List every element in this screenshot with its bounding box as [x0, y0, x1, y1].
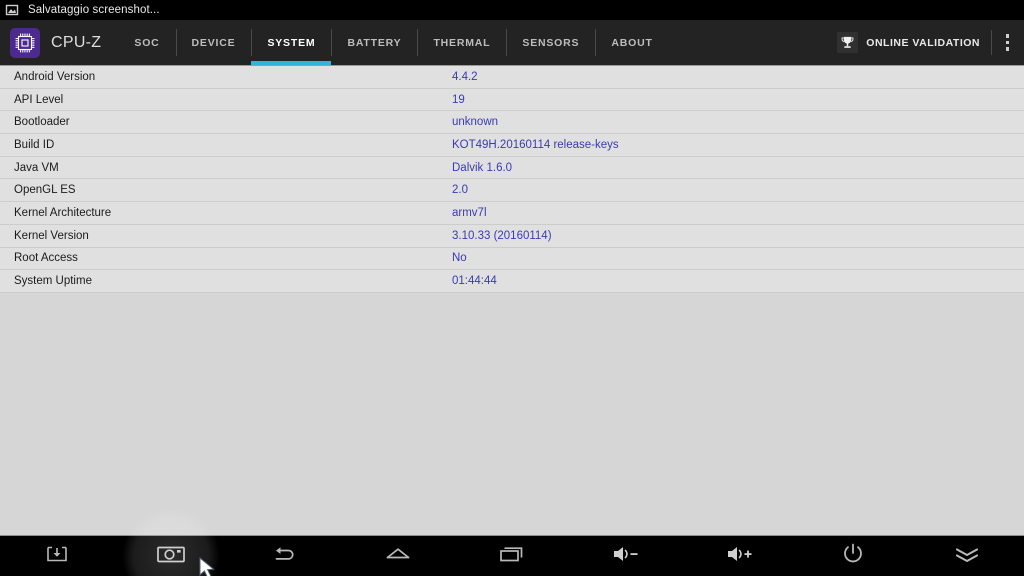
tab-label: DEVICE: [191, 36, 236, 49]
tab-battery[interactable]: BATTERY: [331, 20, 417, 65]
recents-icon: [497, 543, 527, 570]
row-value: KOT49H.20160114 release-keys: [452, 138, 619, 151]
save-to-tray-button[interactable]: [0, 536, 114, 576]
online-validation-label: ONLINE VALIDATION: [866, 36, 980, 49]
row-label: System Uptime: [14, 275, 92, 288]
table-row[interactable]: Kernel Architecture armv7l: [0, 202, 1024, 225]
app-action-bar: CPU-Z SOC DEVICE SYSTEM BATTERY THERMAL …: [0, 20, 1024, 65]
row-value: armv7l: [452, 206, 487, 219]
tab-thermal[interactable]: THERMAL: [417, 20, 506, 65]
row-label: API Level: [14, 93, 64, 106]
cpu-chip-icon: [10, 27, 40, 58]
row-value: 19: [452, 93, 465, 106]
row-label: Kernel Architecture: [14, 206, 112, 219]
tab-about[interactable]: ABOUT: [595, 20, 668, 65]
row-value: 01:44:44: [452, 275, 497, 288]
tab-label: SYSTEM: [267, 36, 316, 49]
recents-button[interactable]: [455, 536, 569, 576]
row-label: Java VM: [14, 161, 59, 174]
image-icon: [5, 3, 19, 17]
table-row[interactable]: System Uptime 01:44:44: [0, 270, 1024, 293]
hide-navbar-button[interactable]: [910, 536, 1024, 576]
row-value: Dalvik 1.6.0: [452, 161, 513, 174]
app-title: CPU-Z: [51, 33, 102, 51]
tab-label: ABOUT: [611, 36, 653, 49]
table-row[interactable]: Build ID KOT49H.20160114 release-keys: [0, 134, 1024, 157]
android-screen: Salvataggio screenshot... CPU-Z SOC DEVI…: [0, 0, 1024, 576]
row-value: 2.0: [452, 184, 468, 197]
volume-down-button[interactable]: [569, 536, 683, 576]
table-row[interactable]: Android Version 4.4.2: [0, 66, 1024, 89]
download-tray-icon: [44, 543, 70, 570]
row-label: Build ID: [14, 138, 55, 151]
status-bar-text: Salvataggio screenshot...: [28, 4, 160, 16]
row-label: Android Version: [14, 70, 96, 83]
app-brand: CPU-Z: [0, 27, 102, 58]
back-button[interactable]: [228, 536, 342, 576]
trophy-icon: [837, 32, 859, 53]
row-label: Kernel Version: [14, 229, 89, 242]
table-row[interactable]: Bootloader unknown: [0, 111, 1024, 135]
home-icon: [383, 543, 413, 570]
tab-label: BATTERY: [347, 36, 402, 49]
tab-label: SENSORS: [522, 36, 580, 49]
back-arrow-icon: [269, 543, 299, 570]
tab-device[interactable]: DEVICE: [175, 20, 252, 65]
row-value: 3.10.33 (20160114): [452, 229, 552, 242]
online-validation-button[interactable]: ONLINE VALIDATION: [826, 32, 991, 53]
row-label: OpenGL ES: [14, 184, 76, 197]
row-value: 4.4.2: [452, 70, 478, 83]
power-icon: [840, 542, 866, 571]
overflow-menu-icon[interactable]: [991, 20, 1024, 65]
system-info-list: Android Version 4.4.2 API Level 19 Bootl…: [0, 65, 1024, 535]
row-value: No: [452, 252, 467, 265]
power-button[interactable]: [796, 536, 910, 576]
screenshot-button[interactable]: [114, 508, 228, 576]
row-label: Bootloader: [14, 116, 70, 129]
tab-sensors[interactable]: SENSORS: [506, 20, 595, 65]
volume-down-icon: [609, 543, 643, 570]
tab-soc[interactable]: SOC: [118, 20, 175, 65]
double-chevron-down-icon: [952, 543, 982, 570]
table-row[interactable]: OpenGL ES 2.0: [0, 179, 1024, 203]
app-bar-actions: ONLINE VALIDATION: [826, 20, 1024, 65]
table-row[interactable]: Root Access No: [0, 247, 1024, 271]
row-value: unknown: [452, 116, 499, 129]
table-row[interactable]: Java VM Dalvik 1.6.0: [0, 156, 1024, 180]
tab-label: THERMAL: [433, 36, 491, 49]
volume-up-icon: [723, 543, 757, 570]
home-button[interactable]: [341, 536, 455, 576]
camera-icon: [156, 543, 186, 570]
row-label: Root Access: [14, 252, 78, 265]
table-row[interactable]: Kernel Version 3.10.33 (20160114): [0, 224, 1024, 248]
table-row[interactable]: API Level 19: [0, 88, 1024, 112]
tab-bar: SOC DEVICE SYSTEM BATTERY THERMAL SENSOR…: [118, 20, 668, 65]
system-navigation-bar: [0, 508, 1024, 576]
tab-system[interactable]: SYSTEM: [251, 20, 332, 65]
tab-label: SOC: [134, 36, 160, 49]
volume-up-button[interactable]: [683, 536, 797, 576]
status-bar: Salvataggio screenshot...: [0, 0, 1024, 20]
